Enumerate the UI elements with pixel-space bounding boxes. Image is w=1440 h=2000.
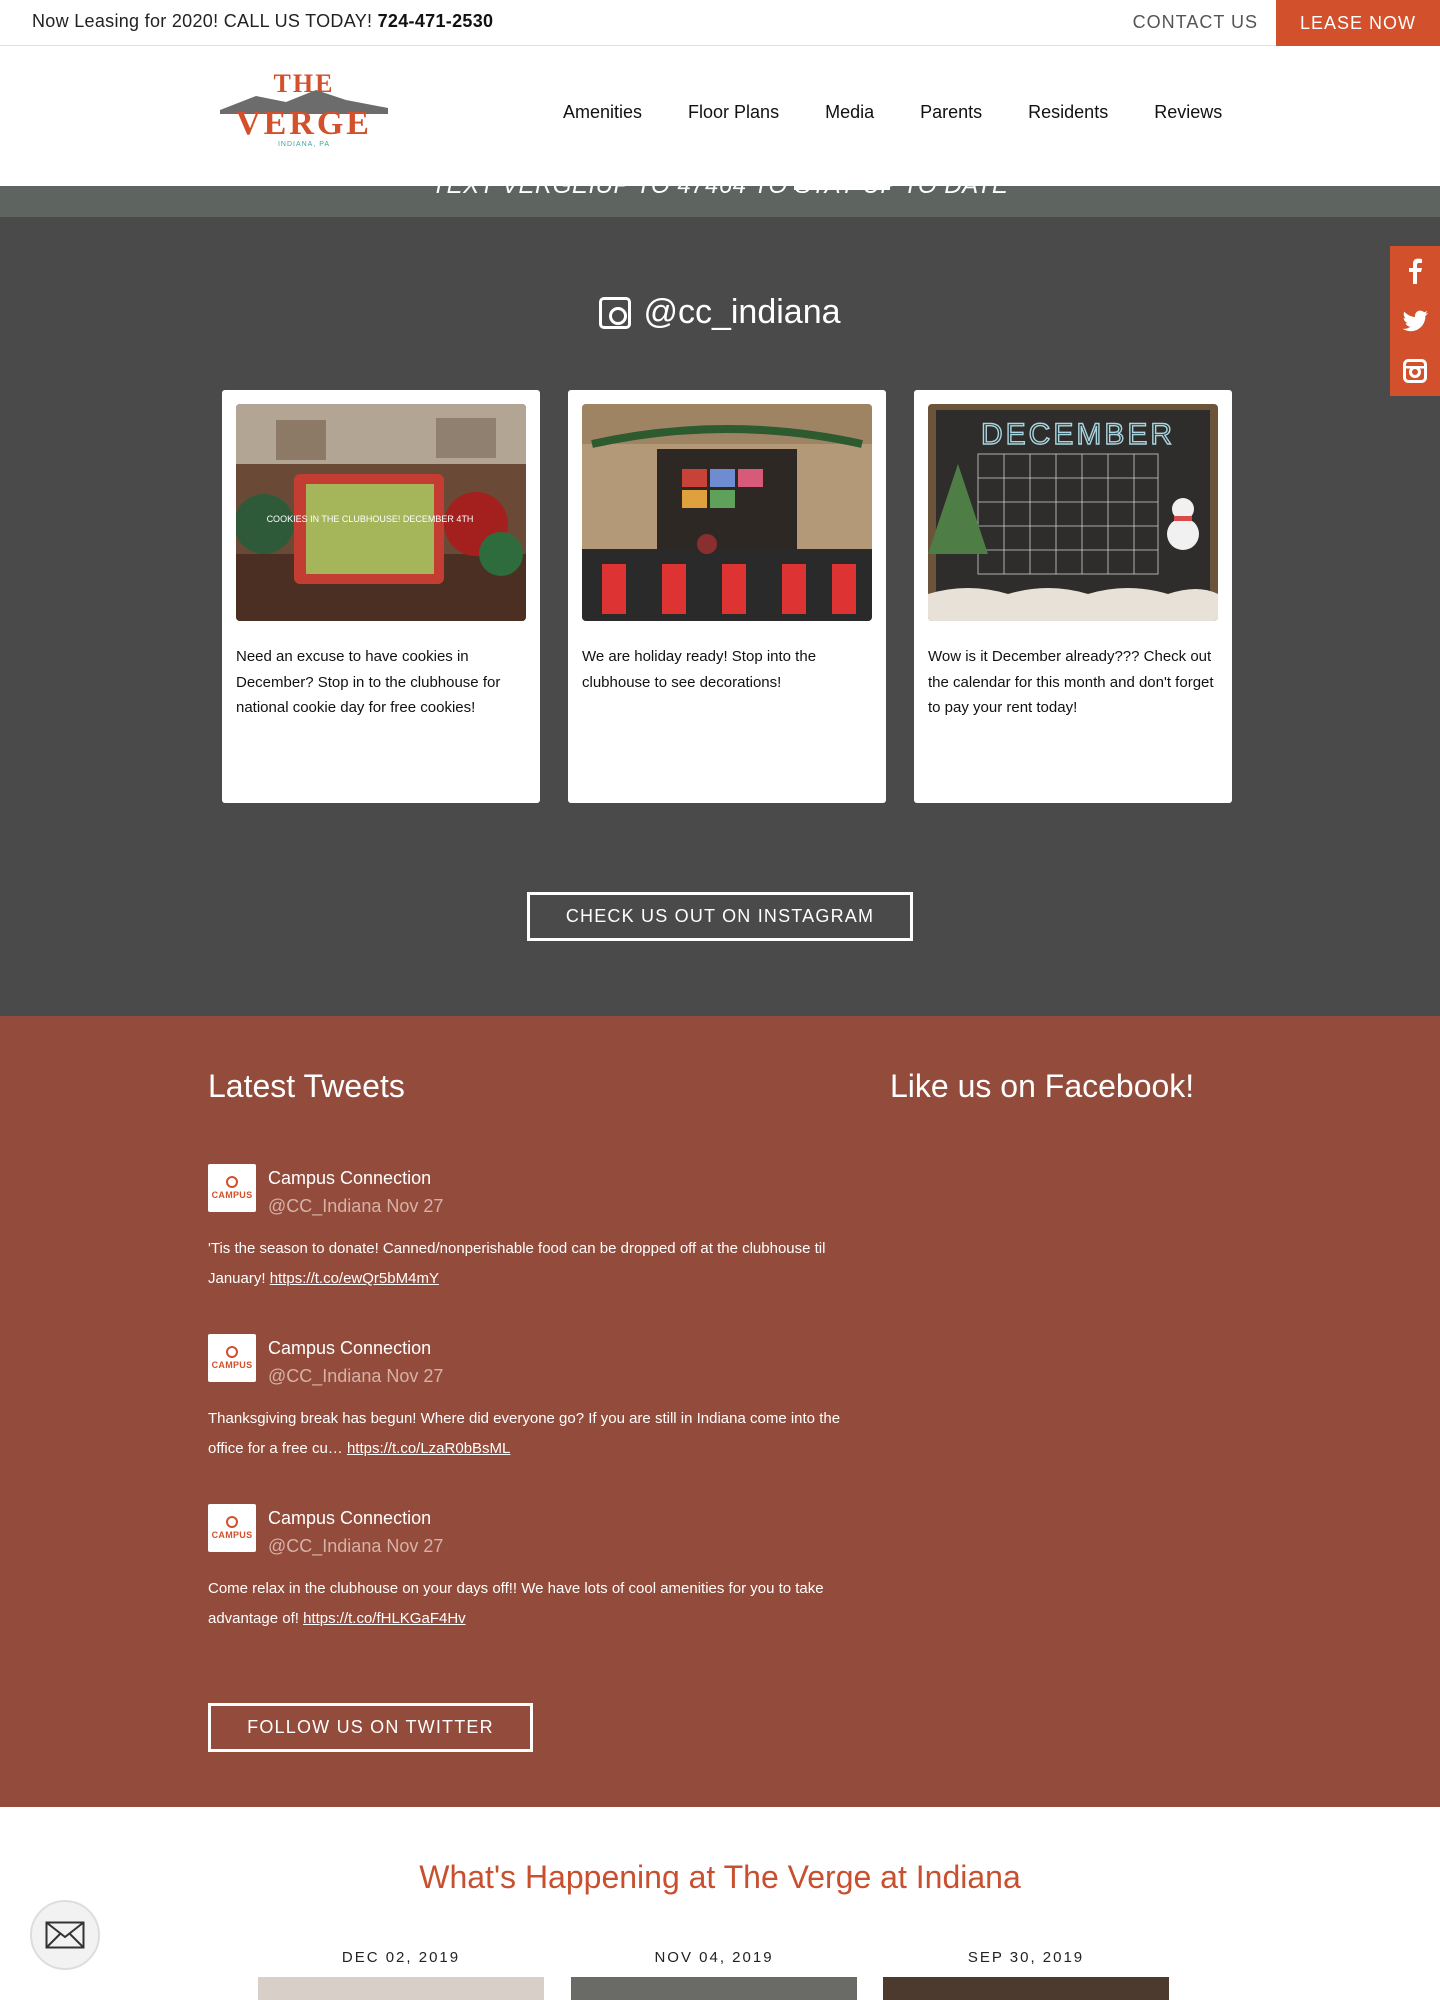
logo-line3: INDIANA, PA — [278, 141, 330, 148]
nav-parents[interactable]: Parents — [920, 102, 982, 123]
avatar[interactable]: CAMPUS — [208, 1164, 256, 1212]
text-alert-strip: TEXT VERGEIUP TO 47464 TO STAY UP TO DAT… — [0, 186, 1440, 217]
post-thumbnail[interactable] — [883, 1977, 1169, 2000]
logo-ring-icon — [226, 1176, 238, 1188]
follow-twitter-button[interactable]: FOLLOW US ON TWITTER — [208, 1703, 533, 1752]
blog-post[interactable]: DEC 02, 2019 — [258, 1949, 544, 2000]
nav-residents[interactable]: Residents — [1028, 102, 1108, 123]
avatar-text: CAMPUS — [211, 1530, 253, 1540]
instagram-handle[interactable]: @cc_indiana — [0, 293, 1440, 332]
tweet-meta[interactable]: @CC_Indiana Nov 27 — [268, 1196, 443, 1217]
tweet-author[interactable]: Campus Connection — [268, 1168, 431, 1189]
instagram-icon — [599, 296, 632, 329]
instagram-cta-button[interactable]: CHECK US OUT ON INSTAGRAM — [527, 892, 913, 941]
tweets-section: Latest Tweets Like us on Facebook! CAMPU… — [0, 1016, 1440, 1807]
main-nav: Amenities Floor Plans Media Parents Resi… — [540, 102, 1245, 123]
instagram-icon[interactable] — [1390, 346, 1440, 396]
post-thumbnail[interactable] — [571, 1977, 857, 2000]
tweet-body: Come relax in the clubhouse on your days… — [208, 1574, 848, 1634]
facebook-heading: Like us on Facebook! — [890, 1068, 1195, 1104]
nav-floor-plans[interactable]: Floor Plans — [688, 102, 779, 123]
latest-tweets-heading: Latest Tweets — [208, 1068, 405, 1104]
nav-amenities[interactable]: Amenities — [563, 102, 642, 123]
instagram-handle-text: @cc_indiana — [643, 293, 841, 331]
happening-section: What's Happening at The Verge at Indiana… — [0, 1807, 1440, 2000]
avatar[interactable]: CAMPUS — [208, 1334, 256, 1382]
tweet-text: Thanksgiving break has begun! Where did … — [208, 1410, 841, 1457]
top-bar: Now Leasing for 2020! CALL US TODAY! 724… — [0, 0, 1440, 46]
post-date: SEP 30, 2019 — [967, 1949, 1085, 1966]
avatar-text: CAMPUS — [211, 1360, 253, 1370]
instagram-post[interactable]: COOKIES IN THE CLUBHOUSE! DECEMBER 4TH N… — [222, 390, 540, 803]
post-caption: We are holiday ready! Stop into the club… — [582, 648, 817, 691]
post-thumbnail[interactable] — [258, 1977, 544, 2000]
avatar-text: CAMPUS — [211, 1190, 253, 1200]
logo-line2: VERGE — [236, 105, 372, 142]
post-photo — [582, 404, 872, 621]
post-date: DEC 02, 2019 — [341, 1949, 461, 1966]
text-alert-message: TEXT VERGEIUP TO 47464 TO STAY UP TO DAT… — [0, 186, 1440, 200]
avatar[interactable]: CAMPUS — [208, 1504, 256, 1552]
leasing-announcement: Now Leasing for 2020! CALL US TODAY! 724… — [32, 11, 493, 32]
instagram-post[interactable]: DECEMBER Wow is it December already??? C… — [914, 390, 1232, 803]
tweet-body: 'Tis the season to donate! Canned/nonper… — [208, 1234, 848, 1294]
post-photo: DECEMBER — [928, 404, 1218, 621]
tweet-body: Thanksgiving break has begun! Where did … — [208, 1404, 848, 1464]
blog-post[interactable]: SEP 30, 2019 — [883, 1949, 1169, 2000]
tweet-text: Come relax in the clubhouse on your days… — [208, 1580, 824, 1627]
tweet-author[interactable]: Campus Connection — [268, 1508, 431, 1529]
instagram-post[interactable]: We are holiday ready! Stop into the club… — [568, 390, 886, 803]
nav-media[interactable]: Media — [825, 102, 874, 123]
tweet-link[interactable]: https://t.co/fHLKGaF4Hv — [303, 1610, 466, 1627]
envelope-icon — [45, 1921, 85, 1949]
leasing-text: Now Leasing for 2020! CALL US TODAY! — [32, 11, 373, 31]
facebook-icon[interactable] — [1390, 246, 1440, 296]
photo-caption-text: COOKIES IN THE CLUBHOUSE! DECEMBER 4TH — [267, 514, 474, 524]
twitter-icon[interactable] — [1390, 296, 1440, 346]
tweet-link[interactable]: https://t.co/ewQr5bM4mY — [270, 1270, 439, 1287]
tweet-link[interactable]: https://t.co/LzaR0bBsML — [347, 1440, 510, 1457]
phone-number[interactable]: 724-471-2530 — [378, 11, 494, 31]
logo-ring-icon — [226, 1516, 238, 1528]
strip-tab-indicator — [794, 186, 890, 190]
logo-ring-icon — [226, 1346, 238, 1358]
contact-us-link[interactable]: CONTACT US — [1133, 12, 1258, 33]
nav-reviews[interactable]: Reviews — [1154, 102, 1222, 123]
post-date: NOV 04, 2019 — [654, 1949, 774, 1966]
post-caption: Wow is it December already??? Check out … — [928, 648, 1214, 716]
blog-post[interactable]: NOV 04, 2019 — [571, 1949, 857, 2000]
tweet-meta[interactable]: @CC_Indiana Nov 27 — [268, 1536, 443, 1557]
tweet-meta[interactable]: @CC_Indiana Nov 27 — [268, 1366, 443, 1387]
post-caption: Need an excuse to have cookies in Decemb… — [236, 648, 501, 716]
lease-now-button[interactable]: LEASE NOW — [1276, 0, 1440, 46]
tweet-author[interactable]: Campus Connection — [268, 1338, 431, 1359]
happening-heading: What's Happening at The Verge at Indiana — [419, 1859, 1021, 1895]
instagram-section: @cc_indiana COOKIES IN THE CLUBHOUSE! DE… — [0, 217, 1440, 1016]
the-verge-logo[interactable]: THE VERGE INDIANA, PA — [216, 66, 392, 150]
social-side-tab — [1390, 246, 1440, 396]
site-header: THE VERGE INDIANA, PA Amenities Floor Pl… — [0, 46, 1440, 186]
post-photo: COOKIES IN THE CLUBHOUSE! DECEMBER 4TH — [236, 404, 526, 621]
contact-mail-button[interactable] — [30, 1900, 100, 1970]
photo-caption-text: DECEMBER — [981, 418, 1175, 451]
